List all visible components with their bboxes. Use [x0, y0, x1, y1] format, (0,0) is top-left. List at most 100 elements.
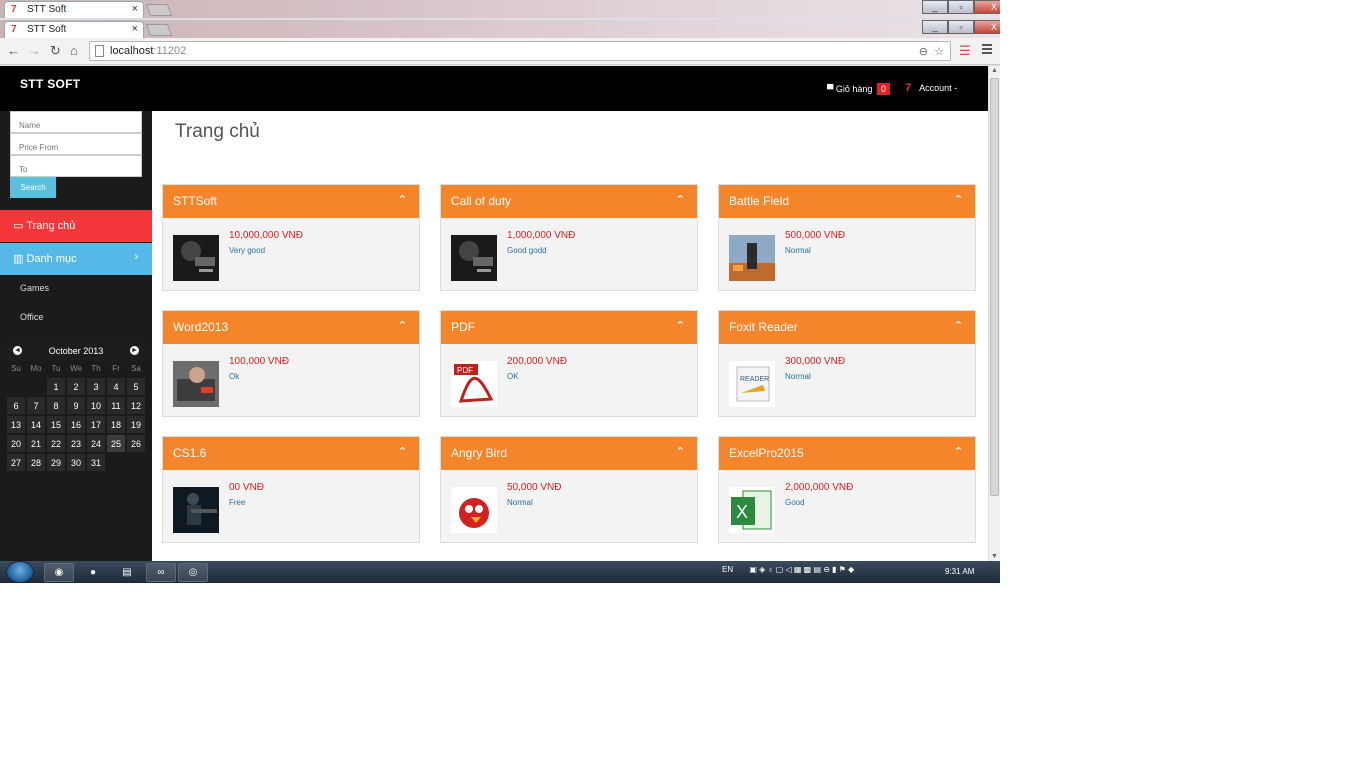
- calendar-day[interactable]: 14: [26, 415, 46, 434]
- calendar-day[interactable]: 3: [86, 377, 106, 396]
- product-card-header[interactable]: ExcelPro2015 ⌃: [719, 437, 975, 470]
- tray-icons[interactable]: ▣ ◈ ♁ ▢ ◁ ▦ ▩ ▤ ⊖ ▮ ⚑ ◆: [749, 565, 854, 574]
- product-card-header[interactable]: STTSoft ⌃: [163, 185, 419, 218]
- new-tab-button[interactable]: [145, 24, 173, 36]
- chevron-up-icon[interactable]: ⌃: [954, 193, 963, 206]
- chrome-menu-icon[interactable]: [982, 44, 992, 54]
- name-input[interactable]: [10, 111, 142, 133]
- home-icon[interactable]: ⌂: [70, 43, 78, 58]
- price-to-input[interactable]: [10, 155, 142, 177]
- minimize-button[interactable]: _: [922, 20, 948, 34]
- calendar-day[interactable]: 16: [66, 415, 86, 434]
- chevron-up-icon[interactable]: ⌃: [398, 193, 407, 206]
- calendar-day[interactable]: 9: [66, 396, 86, 415]
- calendar-day[interactable]: 31: [86, 453, 106, 472]
- calendar-day[interactable]: 22: [46, 434, 66, 453]
- price-from-input[interactable]: [10, 133, 142, 155]
- site-brand[interactable]: STT SOFT: [20, 77, 80, 91]
- product-card-header[interactable]: Battle Field ⌃: [719, 185, 975, 218]
- calendar-day[interactable]: 27: [6, 453, 26, 472]
- calendar-day[interactable]: 12: [126, 396, 146, 415]
- address-bar[interactable]: localhost:11202 ⊖ ☆: [89, 41, 951, 61]
- calendar-day[interactable]: 19: [126, 415, 146, 434]
- product-name[interactable]: Word2013: [173, 320, 228, 334]
- soldier-thumb[interactable]: [173, 487, 219, 533]
- product-card-header[interactable]: PDF ⌃: [441, 311, 697, 344]
- prev-month-icon[interactable]: ◄: [13, 346, 22, 355]
- pdf-thumb[interactable]: PDF: [451, 361, 497, 407]
- calendar-day[interactable]: 23: [66, 434, 86, 453]
- product-card-header[interactable]: Angry Bird ⌃: [441, 437, 697, 470]
- calendar-day[interactable]: 10: [86, 396, 106, 415]
- forward-icon[interactable]: →: [28, 43, 41, 58]
- angry-bird-thumb[interactable]: [451, 487, 497, 533]
- sidebar-item-category[interactable]: ▥ Danh mục ›: [0, 243, 152, 275]
- product-card[interactable]: Word2013 ⌃ 100,000 VNĐ Ok: [162, 310, 420, 417]
- calendar-day[interactable]: 28: [26, 453, 46, 472]
- calendar-day[interactable]: 17: [86, 415, 106, 434]
- calendar-day[interactable]: 13: [6, 415, 26, 434]
- tab-close-icon[interactable]: ×: [132, 3, 138, 15]
- product-name[interactable]: Call of duty: [451, 194, 511, 208]
- chrome-taskbar-icon[interactable]: ◉: [44, 563, 74, 582]
- product-name[interactable]: ExcelPro2015: [729, 446, 804, 460]
- chevron-up-icon[interactable]: ⌃: [954, 445, 963, 458]
- battlefield-thumb[interactable]: [729, 235, 775, 281]
- game-cover-thumb[interactable]: [451, 235, 497, 281]
- clock[interactable]: 9:31 AM: [945, 567, 974, 576]
- product-name[interactable]: STTSoft: [173, 194, 217, 208]
- browser-tab-active[interactable]: 7 STT Soft ×: [4, 21, 144, 38]
- product-card[interactable]: PDF ⌃ PDF 200,000 VNĐ OK: [440, 310, 698, 417]
- close-window-button[interactable]: X: [974, 20, 1000, 34]
- calendar-day[interactable]: 6: [6, 396, 26, 415]
- calendar-day[interactable]: 21: [26, 434, 46, 453]
- product-card-header[interactable]: Call of duty ⌃: [441, 185, 697, 218]
- product-card[interactable]: Foxit Reader ⌃ READER 300,000 VNĐ Normal: [718, 310, 976, 417]
- calendar-day[interactable]: 18: [106, 415, 126, 434]
- language-indicator[interactable]: EN: [722, 565, 733, 574]
- maximize-button[interactable]: ▫: [948, 20, 974, 34]
- keyboard-thumb[interactable]: [173, 361, 219, 407]
- calendar-day[interactable]: 24: [86, 434, 106, 453]
- reload-icon[interactable]: ↻: [50, 43, 61, 59]
- product-card-header[interactable]: Foxit Reader ⌃: [719, 311, 975, 344]
- sidebar-subitem-office[interactable]: Office: [20, 312, 43, 322]
- calendar-day[interactable]: 29: [46, 453, 66, 472]
- calendar-day[interactable]: 1: [46, 377, 66, 396]
- product-name[interactable]: Foxit Reader: [729, 320, 798, 334]
- calendar-day[interactable]: 20: [6, 434, 26, 453]
- extension-icon[interactable]: ☰: [959, 43, 971, 59]
- calendar-day[interactable]: 5: [126, 377, 146, 396]
- visual-studio-taskbar-icon[interactable]: ∞: [146, 563, 176, 582]
- product-name[interactable]: Angry Bird: [451, 446, 507, 460]
- browser-tab[interactable]: 7 STT Soft ×: [4, 1, 144, 18]
- calendar-day[interactable]: 25: [106, 434, 126, 453]
- bookmark-star-icon[interactable]: ☆: [934, 45, 944, 58]
- app-taskbar-icon[interactable]: ◎: [178, 563, 208, 582]
- explorer-taskbar-icon[interactable]: ▤: [112, 563, 142, 582]
- maximize-button[interactable]: ▫: [948, 0, 974, 14]
- product-name[interactable]: PDF: [451, 320, 475, 334]
- calendar-day[interactable]: 8: [46, 396, 66, 415]
- calendar-day[interactable]: 7: [26, 396, 46, 415]
- cart-link[interactable]: ▀ Giỏ hàng 0: [827, 83, 890, 95]
- product-card[interactable]: Angry Bird ⌃ 50,000 VNĐ Normal: [440, 436, 698, 543]
- product-card[interactable]: Call of duty ⌃ 1,000,000 VNĐ Good godd: [440, 184, 698, 291]
- sidebar-subitem-games[interactable]: Games: [20, 283, 49, 293]
- product-card-header[interactable]: CS1.6 ⌃: [163, 437, 419, 470]
- calendar-day[interactable]: 4: [106, 377, 126, 396]
- close-window-button[interactable]: X: [974, 0, 1000, 14]
- scroll-down-icon[interactable]: ▼: [989, 553, 1000, 560]
- game-cover-thumb[interactable]: [173, 235, 219, 281]
- next-month-icon[interactable]: ►: [130, 346, 139, 355]
- sidebar-item-home[interactable]: ▭ Trang chủ: [0, 210, 152, 242]
- zoom-icon[interactable]: ⊖: [919, 45, 928, 58]
- calendar-day[interactable]: 15: [46, 415, 66, 434]
- search-button[interactable]: Search: [10, 177, 56, 198]
- start-button[interactable]: [6, 561, 34, 583]
- chevron-up-icon[interactable]: ⌃: [398, 319, 407, 332]
- minimize-button[interactable]: _: [922, 0, 948, 14]
- account-menu[interactable]: 7 Account -: [905, 82, 957, 94]
- product-card[interactable]: Battle Field ⌃ 500,000 VNĐ Normal: [718, 184, 976, 291]
- scroll-up-icon[interactable]: ▲: [989, 67, 1000, 74]
